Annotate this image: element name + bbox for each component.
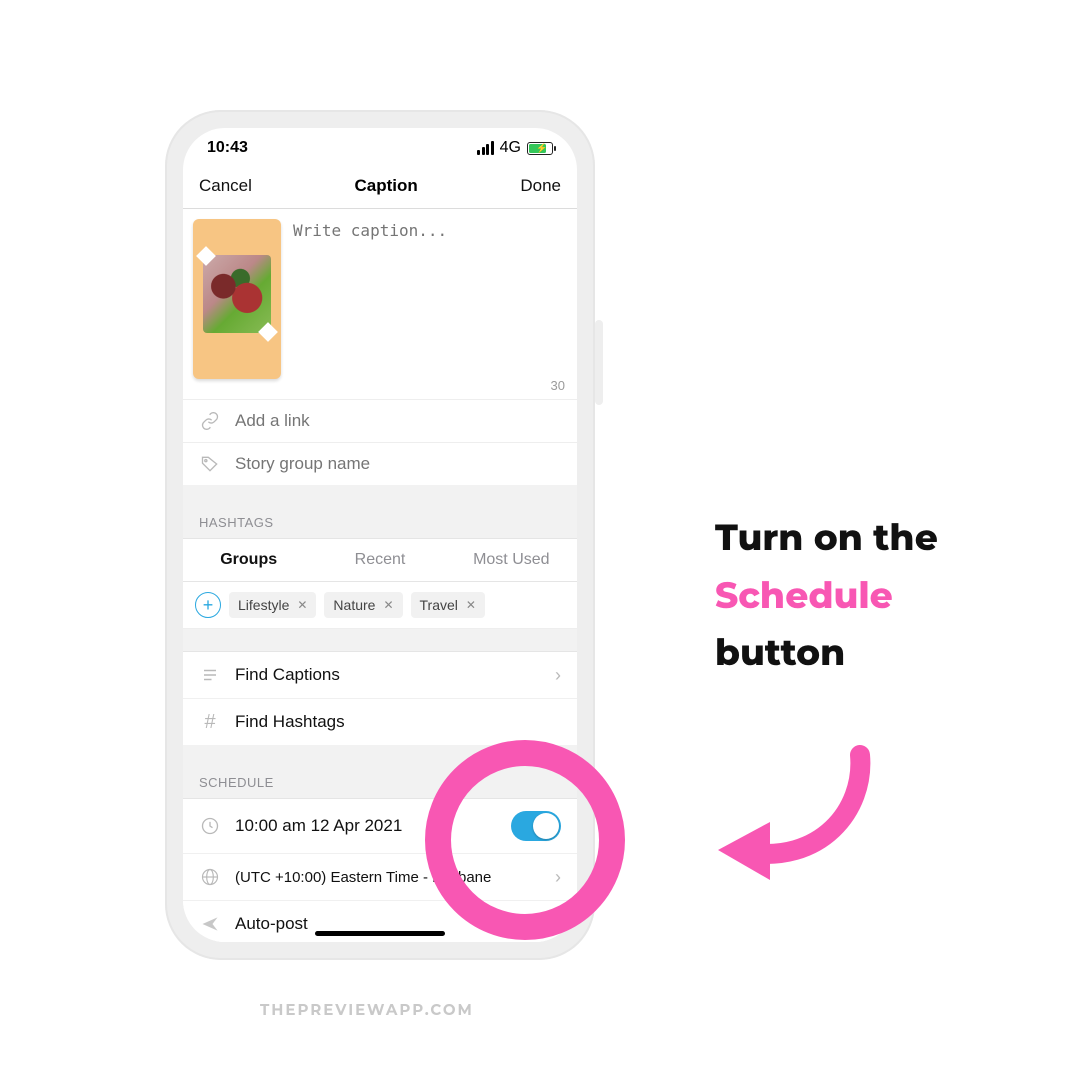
schedule-toggle[interactable] — [511, 811, 561, 841]
page-title: Caption — [355, 176, 418, 196]
done-button[interactable]: Done — [520, 176, 561, 196]
link-icon — [199, 410, 221, 432]
callout-highlight: Schedule — [715, 574, 893, 618]
schedule-datetime: 10:00 am 12 Apr 2021 — [235, 816, 497, 836]
timezone-row[interactable]: (UTC +10:00) Eastern Time - Brisbane › — [183, 853, 577, 900]
side-button — [595, 320, 603, 405]
chip-lifestyle[interactable]: Lifestyle ✕ — [229, 592, 316, 618]
chip-label: Travel — [420, 597, 458, 613]
add-link-input[interactable] — [235, 411, 561, 431]
timezone-label: (UTC +10:00) Eastern Time - Brisbane — [235, 869, 541, 886]
annotation-arrow-icon — [700, 740, 880, 900]
caption-count: 30 — [551, 378, 565, 393]
screen: 10:43 4G ⚡ Cancel Caption Done 30 — [183, 128, 577, 942]
tab-most-used[interactable]: Most Used — [446, 539, 577, 581]
status-bar: 10:43 4G ⚡ — [183, 128, 577, 168]
callout-line: button — [715, 631, 845, 675]
hashtags-header: HASHTAGS — [183, 507, 577, 538]
chip-travel[interactable]: Travel ✕ — [411, 592, 485, 618]
cancel-button[interactable]: Cancel — [199, 176, 252, 196]
schedule-header: SCHEDULE — [183, 767, 577, 798]
content: 30 HASHTAGS Groups Recent Most Used — [183, 209, 577, 942]
hashtag-tabs: Groups Recent Most Used — [183, 538, 577, 582]
tab-recent[interactable]: Recent — [314, 539, 445, 581]
close-icon[interactable]: ✕ — [297, 598, 307, 612]
caption-input[interactable] — [293, 219, 567, 395]
find-captions-row[interactable]: Find Captions › — [183, 652, 577, 698]
caption-block: 30 — [183, 209, 577, 399]
footer-watermark: THEPREVIEWAPP.COM — [260, 1000, 474, 1019]
hashtag-chip-row: + Lifestyle ✕ Nature ✕ Travel ✕ — [183, 582, 577, 629]
find-hashtags-row[interactable]: # Find Hashtags — [183, 698, 577, 745]
chip-label: Lifestyle — [238, 597, 289, 613]
callout-line: Turn on the — [715, 516, 938, 560]
globe-icon — [199, 866, 221, 888]
story-group-input[interactable] — [235, 454, 561, 474]
network-label: 4G — [500, 139, 521, 157]
callout-text: Turn on the Schedule button — [715, 510, 1035, 683]
signal-icon — [477, 141, 494, 155]
tab-groups[interactable]: Groups — [183, 539, 314, 581]
chip-nature[interactable]: Nature ✕ — [324, 592, 402, 618]
row-label: Find Captions — [235, 665, 541, 685]
add-hashtag-group-button[interactable]: + — [195, 592, 221, 618]
home-indicator[interactable] — [315, 931, 445, 936]
clock: 10:43 — [207, 139, 248, 157]
lines-icon — [199, 664, 221, 686]
status-right: 4G ⚡ — [477, 139, 553, 157]
chevron-right-icon: › — [555, 665, 561, 686]
clock-icon — [199, 815, 221, 837]
add-link-row[interactable] — [183, 399, 577, 442]
story-group-row[interactable] — [183, 442, 577, 485]
phone-frame: 10:43 4G ⚡ Cancel Caption Done 30 — [165, 110, 595, 960]
close-icon[interactable]: ✕ — [466, 598, 476, 612]
post-thumbnail[interactable] — [193, 219, 281, 379]
hash-icon: # — [199, 711, 221, 733]
battery-icon: ⚡ — [527, 142, 553, 155]
nav-bar: Cancel Caption Done — [183, 168, 577, 209]
tag-icon — [199, 453, 221, 475]
close-icon[interactable]: ✕ — [383, 598, 393, 612]
chip-label: Nature — [333, 597, 375, 613]
schedule-time-row[interactable]: 10:00 am 12 Apr 2021 — [183, 799, 577, 853]
send-icon — [199, 913, 221, 935]
row-label: Find Hashtags — [235, 712, 561, 732]
chevron-right-icon: › — [555, 867, 561, 888]
